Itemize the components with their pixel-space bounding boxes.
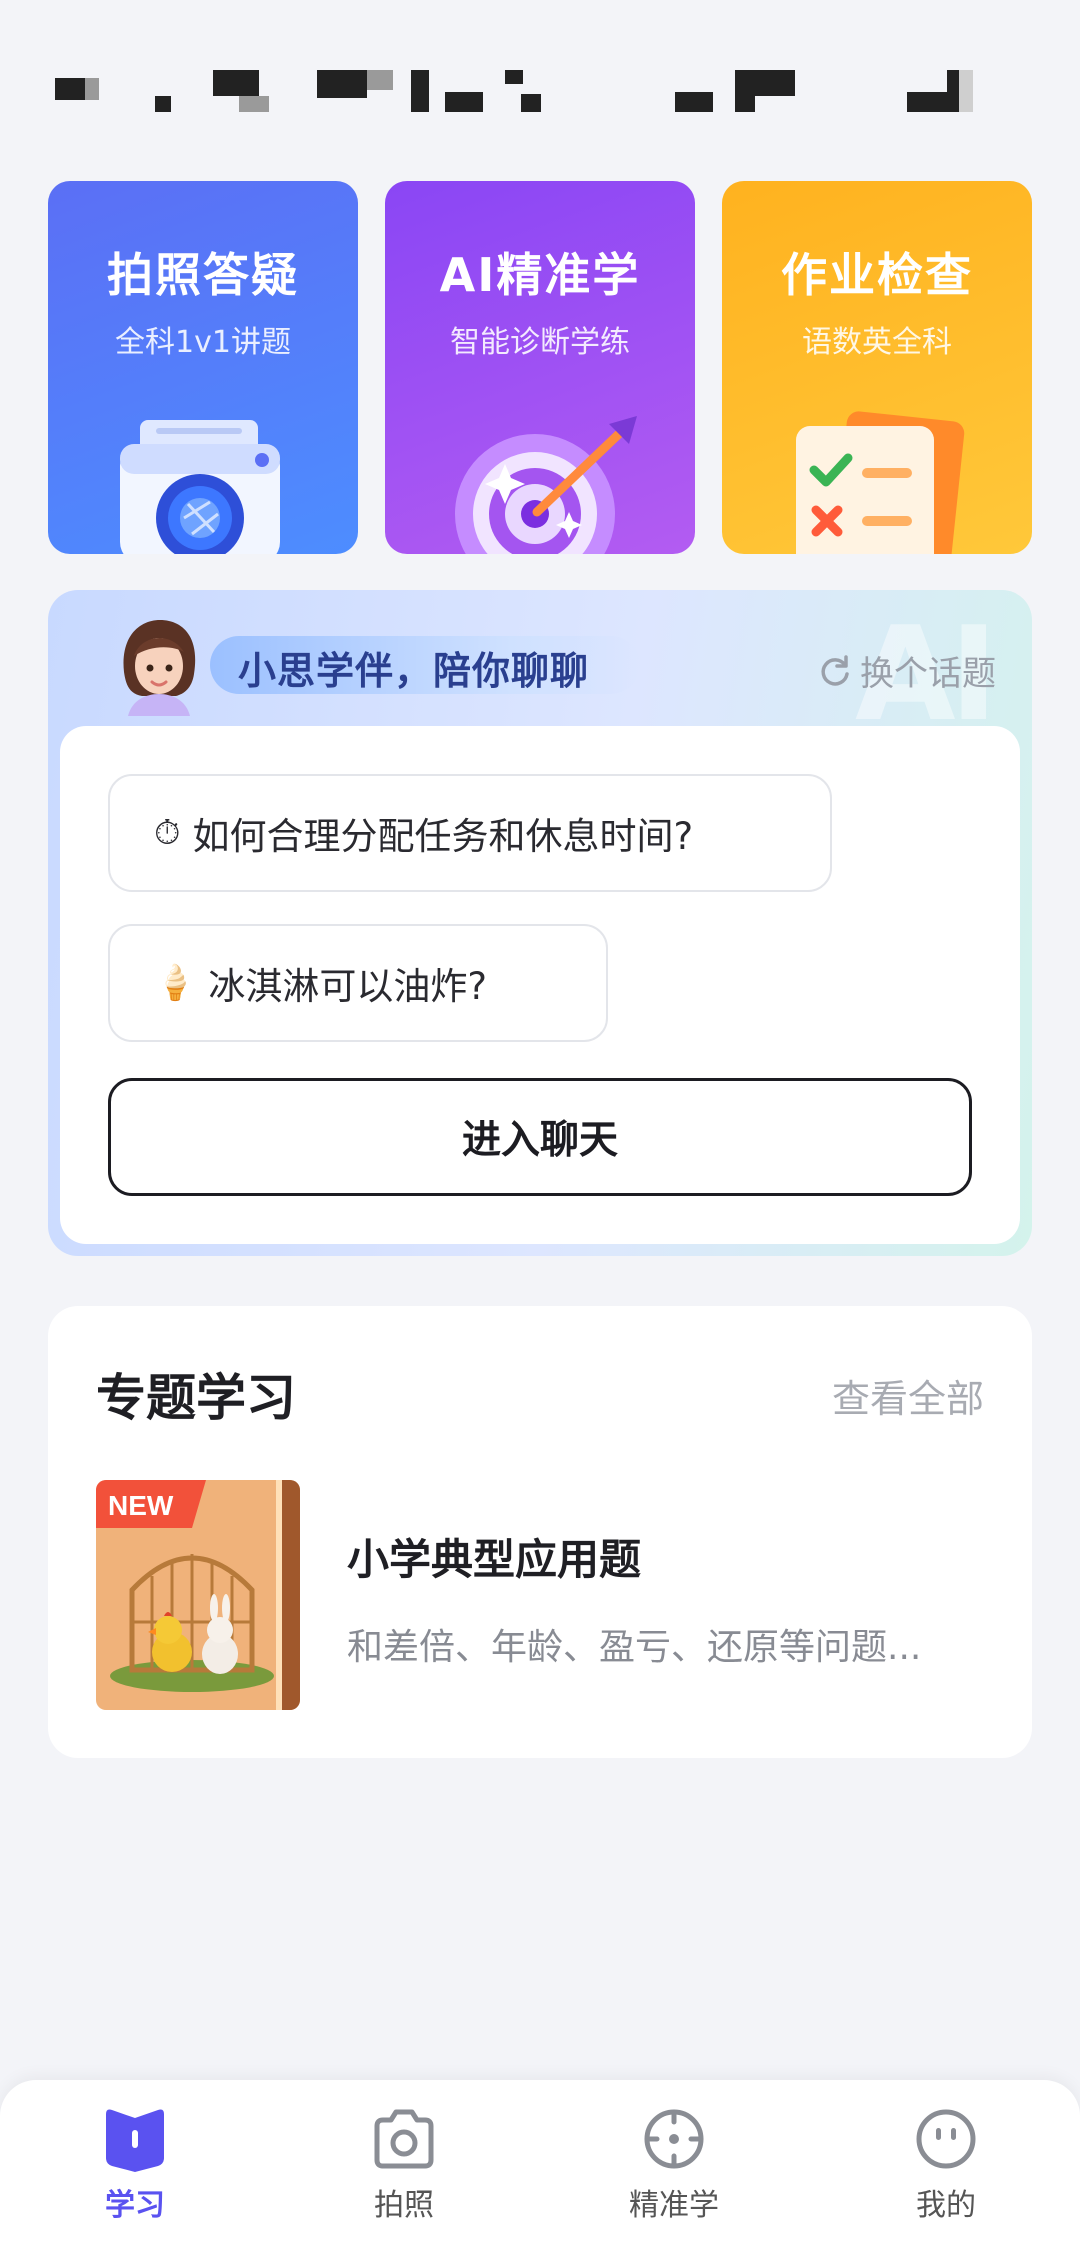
nav-tab-study[interactable]: 学习	[55, 2106, 215, 2236]
assistant-avatar-icon	[123, 620, 196, 716]
topic-study-section: 专题学习 查看全部 NEW 小学典型应用题 和差倍、年龄、盈亏、还原等问题...	[48, 1306, 1032, 1758]
target-dart-icon	[455, 416, 637, 554]
feature-title: 作业检查	[781, 248, 973, 302]
feature-subtitle: 智能诊断学练	[450, 325, 630, 360]
chat-topics-panel: ⏱ 如何合理分配任务和休息时间? 🍦 冰淇淋可以油炸? 进入聊天	[60, 726, 1020, 1244]
feature-cards: 拍照答疑 全科1v1讲题 AI精准学 智能诊断学练 作业检查 语数英全科	[48, 181, 1032, 554]
face-icon	[916, 2109, 976, 2169]
ai-chat-card: AI 小思学伴，陪你聊聊 换个话题 ⏱ 如何合理分配任务和休息时间? 🍦 冰淇淋…	[48, 590, 1032, 1256]
course-description: 和差倍、年龄、盈亏、还原等问题...	[347, 1627, 922, 1668]
nav-tab-me[interactable]: 我的	[866, 2106, 1026, 2236]
chat-title: 小思学伴，陪你聊聊	[238, 649, 590, 693]
feature-title: AI精准学	[439, 248, 641, 302]
stopwatch-icon: ⏱	[154, 813, 181, 853]
feature-title: 拍照答疑	[107, 248, 299, 302]
course-name: 小学典型应用题	[347, 1535, 642, 1584]
app-screen: 拍照答疑 全科1v1讲题 AI精准学 智能诊断学练 作业检查 语数英全科 AI …	[0, 0, 1080, 2257]
change-topic-label: 换个话题	[860, 654, 996, 694]
nav-tab-photo[interactable]: 拍照	[324, 2106, 484, 2236]
target-icon	[644, 2109, 704, 2169]
nav-label: 我的	[916, 2188, 976, 2223]
feature-card-ai-learning[interactable]: AI精准学 智能诊断学练	[385, 181, 695, 554]
topic-chip-fried-ice-cream[interactable]: 🍦 冰淇淋可以油炸?	[108, 924, 608, 1042]
nav-tab-precise-learning[interactable]: 精准学	[594, 2106, 754, 2236]
topic-text: 如何合理分配任务和休息时间?	[192, 815, 694, 858]
topic-chip-time-management[interactable]: ⏱ 如何合理分配任务和休息时间?	[108, 774, 832, 892]
new-badge-text: NEW	[108, 1490, 174, 1521]
nav-label: 学习	[105, 2188, 165, 2223]
refresh-icon	[821, 654, 849, 686]
feature-subtitle: 全科1v1讲题	[115, 325, 291, 360]
ice-cream-icon: 🍦	[154, 963, 197, 1003]
nav-label: 精准学	[629, 2188, 719, 2223]
camera-icon	[374, 2109, 434, 2169]
obscured-header	[55, 70, 1005, 112]
change-topic-button[interactable]: 换个话题	[818, 646, 996, 695]
nav-label: 拍照	[374, 2188, 434, 2223]
feature-subtitle: 语数英全科	[802, 325, 952, 360]
course-item[interactable]: NEW 小学典型应用题 和差倍、年龄、盈亏、还原等问题...	[96, 1480, 984, 1710]
view-all-link[interactable]: 查看全部	[832, 1368, 984, 1423]
feature-card-photo-qa[interactable]: 拍照答疑 全科1v1讲题	[48, 181, 358, 554]
scanner-camera-icon	[120, 420, 280, 554]
enter-chat-button[interactable]: 进入聊天	[108, 1078, 972, 1196]
feature-card-homework-check[interactable]: 作业检查 语数英全科	[722, 181, 1032, 554]
book-icon	[106, 2109, 164, 2172]
checklist-document-icon	[796, 411, 965, 554]
topic-text: 冰淇淋可以油炸?	[208, 965, 487, 1008]
section-title: 专题学习	[96, 1369, 296, 1427]
bottom-navigation: 学习 拍照 精准学 我的	[0, 2080, 1080, 2257]
course-cover-image: NEW	[96, 1480, 300, 1710]
